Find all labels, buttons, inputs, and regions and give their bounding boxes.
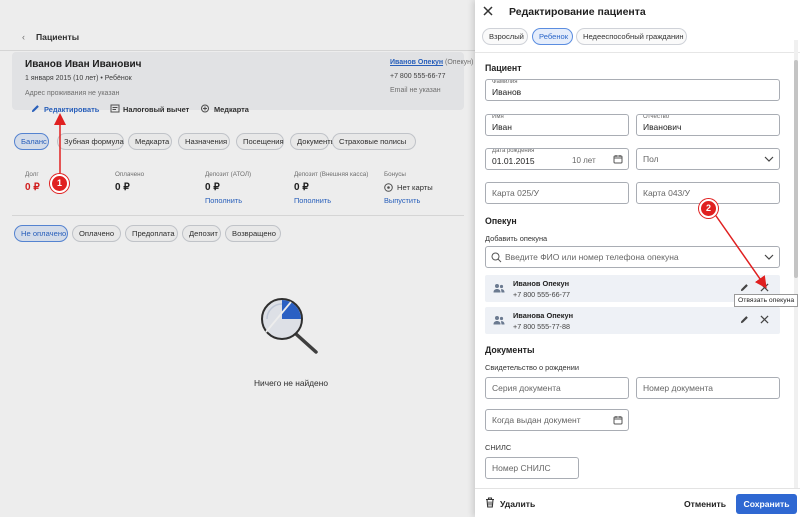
step-badge-2: 2 xyxy=(699,199,718,218)
arrow-2 xyxy=(713,212,767,289)
annotation-arrows xyxy=(54,113,767,289)
step-badge-1: 1 xyxy=(50,174,69,193)
